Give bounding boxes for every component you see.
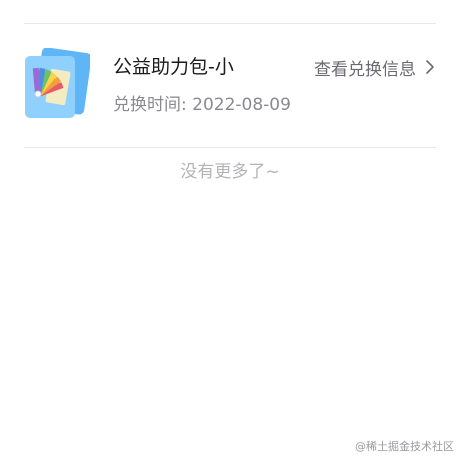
view-exchange-info-label: 查看兑换信息 — [314, 59, 416, 80]
no-more-text: 没有更多了~ — [180, 162, 280, 182]
exchange-record-page: 公益助力包-小 兑换时间: 2022-08-09 查看兑换信息 没有更多了~ @… — [0, 0, 460, 460]
exchange-time: 兑换时间: 2022-08-09 — [113, 95, 291, 115]
item-title: 公益助力包-小 — [113, 56, 234, 78]
bottom-divider — [24, 147, 436, 148]
exchange-record-item: 公益助力包-小 兑换时间: 2022-08-09 查看兑换信息 — [0, 24, 460, 147]
view-exchange-info-link[interactable]: 查看兑换信息 — [314, 55, 438, 80]
watermark: @稀土掘金技术社区 — [355, 440, 454, 453]
color-swatch-book-icon — [25, 48, 90, 118]
chevron-right-icon — [426, 60, 434, 74]
